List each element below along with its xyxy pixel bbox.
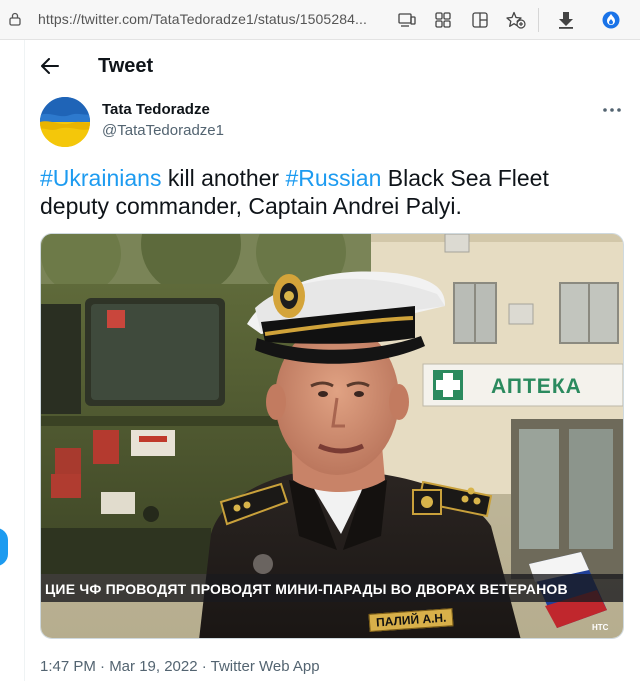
news-caption-text: ЦИЕ ЧФ ПРОВОДЯТ ПРОВОДЯТ МИНИ-ПАРАДЫ ВО …: [45, 581, 568, 597]
address-bar-url[interactable]: https://twitter.com/TataTedoradze1/statu…: [38, 11, 367, 27]
broadcaster-watermark: НТС: [592, 623, 609, 632]
tweet-text: #Ukrainians kill another #Russian Black …: [40, 164, 600, 220]
pharmacy-sign-text: АПТЕКА: [491, 375, 582, 398]
browser-extension-icon[interactable]: [600, 9, 622, 31]
tweet-media-image[interactable]: АПТЕКА ЦИЕ ЧФ ПРОВОДЯТ ПРОВОДЯТ МИНИ-ПАР…: [40, 233, 624, 639]
app-grid-icon[interactable]: [432, 9, 454, 31]
split-screen-icon[interactable]: [469, 9, 491, 31]
back-arrow-icon[interactable]: [38, 54, 62, 78]
download-icon[interactable]: [555, 9, 577, 31]
lock-icon[interactable]: [9, 12, 21, 26]
author-display-name[interactable]: Tata Tedoradze: [102, 101, 210, 118]
favorite-add-icon[interactable]: [505, 9, 527, 31]
browser-toolbar: https://twitter.com/TataTedoradze1/statu…: [0, 0, 640, 40]
left-sidebar: [0, 40, 25, 681]
more-horizontal-icon[interactable]: [600, 100, 624, 120]
page-title: Tweet: [98, 55, 154, 77]
tweet-text-segment: kill another: [161, 165, 286, 191]
hashtag-link[interactable]: #Ukrainians: [40, 165, 161, 191]
tweet-timestamp[interactable]: 1:47 PM · Mar 19, 2022 · Twitter Web App: [40, 658, 320, 675]
toolbar-divider: [538, 8, 539, 32]
reader-view-icon[interactable]: [396, 9, 418, 31]
hashtag-link[interactable]: #Russian: [285, 165, 381, 191]
avatar[interactable]: [40, 97, 90, 147]
author-handle[interactable]: @TataTedoradze1: [102, 122, 224, 139]
